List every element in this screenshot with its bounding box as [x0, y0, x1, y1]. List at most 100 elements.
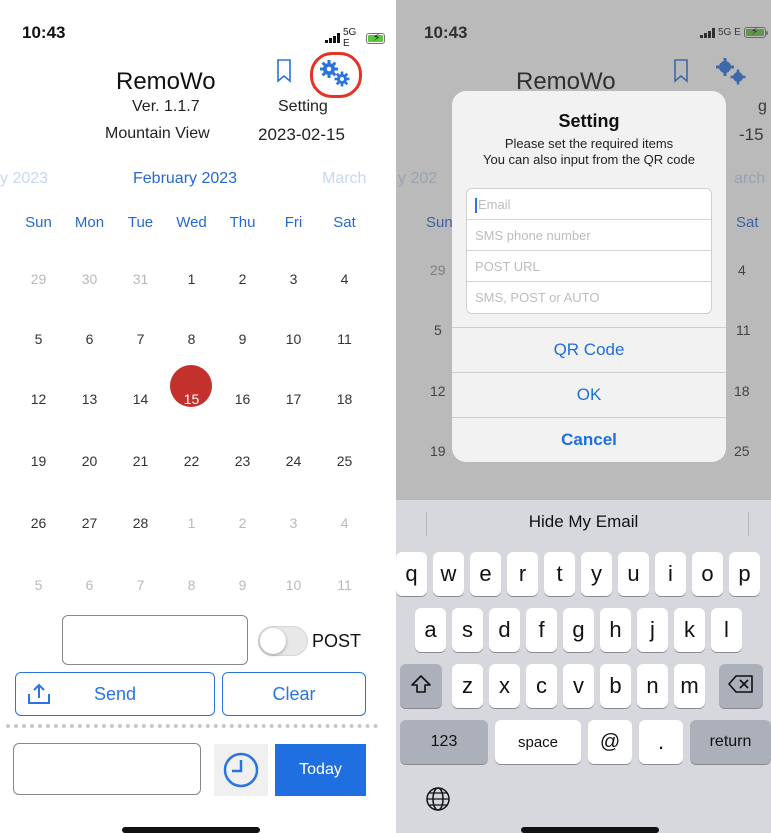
calendar-day[interactable]: 8: [166, 564, 217, 606]
shift-key[interactable]: [400, 664, 442, 708]
calendar-day[interactable]: 19: [13, 440, 64, 482]
key-a[interactable]: a: [415, 608, 446, 652]
calendar-day[interactable]: 10: [268, 564, 319, 606]
calendar-day[interactable]: 22: [166, 440, 217, 482]
at-key[interactable]: @: [588, 720, 632, 764]
key-r[interactable]: r: [507, 552, 538, 596]
calendar-day[interactable]: 2: [217, 258, 268, 300]
calendar-day[interactable]: 4: [319, 502, 370, 544]
message-input[interactable]: [62, 615, 248, 665]
calendar-day[interactable]: 26: [13, 502, 64, 544]
key-b[interactable]: b: [600, 664, 631, 708]
delete-key[interactable]: [719, 664, 763, 708]
ok-button[interactable]: OK: [452, 372, 726, 417]
space-key[interactable]: space: [495, 720, 581, 764]
calendar-week: 19 20 21 22 23 24 25: [13, 430, 370, 492]
calendar-day[interactable]: 7: [115, 564, 166, 606]
clock-button[interactable]: [214, 744, 268, 796]
calendar-day[interactable]: 25: [319, 440, 370, 482]
globe-icon[interactable]: [424, 785, 452, 813]
calendar-day[interactable]: 18: [319, 378, 370, 420]
key-d[interactable]: d: [489, 608, 520, 652]
key-o[interactable]: o: [692, 552, 723, 596]
key-n[interactable]: n: [637, 664, 668, 708]
return-key[interactable]: return: [690, 720, 771, 764]
calendar-day[interactable]: 28: [115, 502, 166, 544]
calendar-day[interactable]: 6: [64, 564, 115, 606]
calendar-day[interactable]: 24: [268, 440, 319, 482]
calendar-day[interactable]: 21: [115, 440, 166, 482]
calendar-day[interactable]: 9: [217, 318, 268, 360]
calendar-day[interactable]: 1: [166, 258, 217, 300]
key-z[interactable]: z: [452, 664, 483, 708]
key-c[interactable]: c: [526, 664, 557, 708]
dot-key[interactable]: .: [639, 720, 683, 764]
clear-button[interactable]: Clear: [222, 672, 366, 716]
key-f[interactable]: f: [526, 608, 557, 652]
calendar-day[interactable]: 3: [268, 502, 319, 544]
send-button[interactable]: Send: [15, 672, 215, 716]
qr-code-button[interactable]: QR Code: [452, 327, 726, 372]
calendar-day[interactable]: 2: [217, 502, 268, 544]
key-j[interactable]: j: [637, 608, 668, 652]
calendar-day[interactable]: 30: [64, 258, 115, 300]
key-i[interactable]: i: [655, 552, 686, 596]
setting-label[interactable]: Setting: [278, 98, 328, 116]
calendar-day[interactable]: 13: [64, 378, 115, 420]
calendar-day[interactable]: 11: [319, 318, 370, 360]
calendar-day[interactable]: 8: [166, 318, 217, 360]
time-input[interactable]: [13, 743, 201, 795]
numbers-key[interactable]: 123: [400, 720, 488, 764]
calendar-day-selected[interactable]: 15: [166, 378, 217, 420]
month-prev[interactable]: y 2023: [0, 170, 48, 188]
calendar-day[interactable]: 10: [268, 318, 319, 360]
calendar-day[interactable]: 11: [319, 564, 370, 606]
key-x[interactable]: x: [489, 664, 520, 708]
calendar-day[interactable]: 6: [64, 318, 115, 360]
calendar-day[interactable]: 5: [13, 564, 64, 606]
suggestion-hide-my-email[interactable]: Hide My Email: [396, 512, 771, 532]
post-url-field[interactable]: POST URL: [467, 251, 711, 282]
key-e[interactable]: e: [470, 552, 501, 596]
calendar-day[interactable]: 31: [115, 258, 166, 300]
calendar-day[interactable]: 20: [64, 440, 115, 482]
month-next[interactable]: March: [322, 170, 366, 188]
key-l[interactable]: l: [711, 608, 742, 652]
calendar-day[interactable]: 23: [217, 440, 268, 482]
cancel-button[interactable]: Cancel: [452, 417, 726, 462]
sms-phone-field[interactable]: SMS phone number: [467, 220, 711, 251]
calendar-day[interactable]: 3: [268, 258, 319, 300]
key-t[interactable]: t: [544, 552, 575, 596]
key-m[interactable]: m: [674, 664, 705, 708]
calendar-day[interactable]: 29: [13, 258, 64, 300]
calendar-day[interactable]: 1: [166, 502, 217, 544]
key-y[interactable]: y: [581, 552, 612, 596]
calendar-day[interactable]: 4: [319, 258, 370, 300]
today-button[interactable]: Today: [275, 744, 366, 796]
calendar-day[interactable]: 9: [217, 564, 268, 606]
key-g[interactable]: g: [563, 608, 594, 652]
calendar-day[interactable]: 17: [268, 378, 319, 420]
key-v[interactable]: v: [563, 664, 594, 708]
send-label: Send: [93, 683, 137, 704]
calendar-day[interactable]: 27: [64, 502, 115, 544]
calendar-day[interactable]: 14: [115, 378, 166, 420]
calendar-day[interactable]: 12: [13, 378, 64, 420]
key-q[interactable]: q: [396, 552, 427, 596]
calendar-day[interactable]: 5: [13, 318, 64, 360]
calendar-day[interactable]: 16: [217, 378, 268, 420]
post-toggle[interactable]: [258, 626, 308, 656]
bookmark-icon[interactable]: [275, 58, 293, 84]
calendar-day[interactable]: 7: [115, 318, 166, 360]
key-w[interactable]: w: [433, 552, 464, 596]
key-p[interactable]: p: [729, 552, 760, 596]
email-field[interactable]: Email: [467, 189, 711, 220]
key-k[interactable]: k: [674, 608, 705, 652]
key-s[interactable]: s: [452, 608, 483, 652]
mode-field[interactable]: SMS, POST or AUTO: [467, 282, 711, 313]
key-u[interactable]: u: [618, 552, 649, 596]
weekday-label: Sun: [25, 214, 52, 231]
gears-icon[interactable]: [318, 58, 354, 90]
signal-icon: [325, 33, 340, 43]
key-h[interactable]: h: [600, 608, 631, 652]
